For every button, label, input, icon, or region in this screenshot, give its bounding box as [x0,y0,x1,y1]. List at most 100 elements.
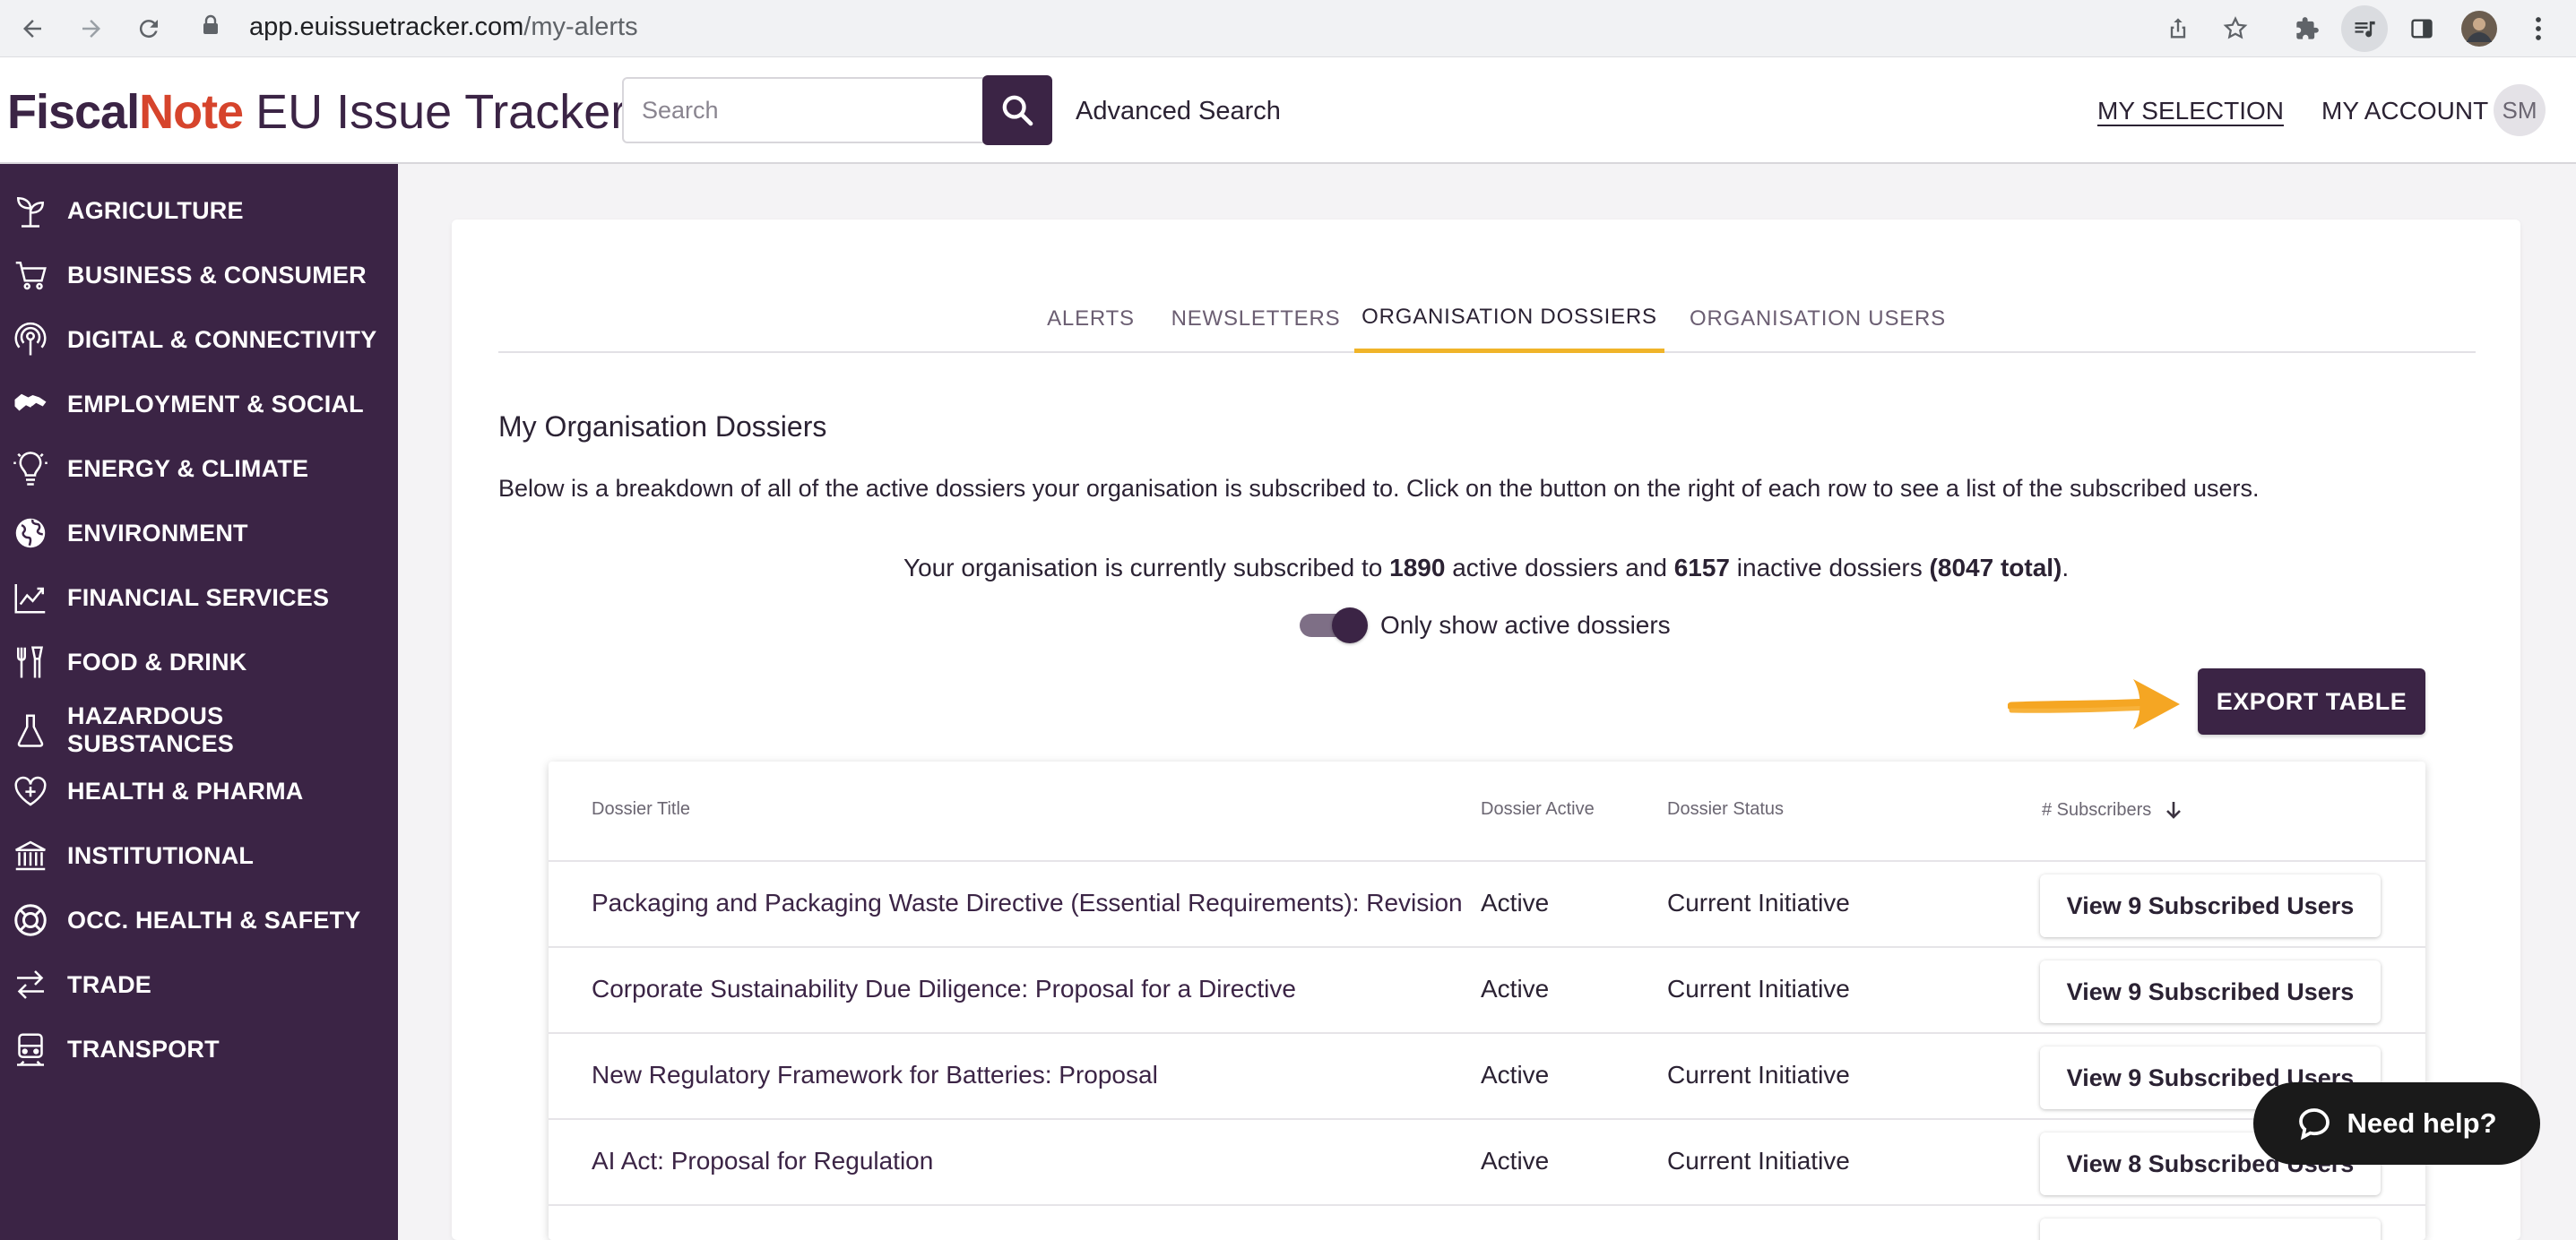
inactive-count: 6157 [1673,554,1730,581]
user-avatar[interactable]: SM [2494,84,2546,136]
summary-prefix: Your organisation is currently subscribe… [903,554,1390,581]
reload-icon[interactable] [125,5,172,52]
toggle-label: Only show active dossiers [1380,611,1671,639]
sidebar-item-trade[interactable]: TRADE [0,956,398,1013]
view-subscribed-users-button[interactable]: View 9 Subscribed Users [2040,960,2381,1023]
exchange-icon [9,963,52,1006]
col-subscribers[interactable]: # Subscribers [2042,799,2183,821]
chat-bubble-icon [2296,1106,2332,1141]
table-row: Corporate Sustainability Due Diligence: … [549,948,2425,1034]
bookmark-star-icon[interactable] [2212,5,2259,52]
table-row: Packaging and Packaging Waste Directive … [549,862,2425,948]
sidebar-item-label: FOOD & DRINK [67,648,247,676]
view-subscribed-users-button[interactable] [2040,1218,2381,1240]
forward-icon[interactable] [68,5,115,52]
logo-note: Note [139,85,244,139]
back-icon[interactable] [9,5,56,52]
dossiers-table: Dossier Title Dossier Active Dossier Sta… [549,762,2425,1240]
sidebar-item-transport[interactable]: TRANSPORT [0,1020,398,1078]
logo-product: EU Issue Tracker [255,85,627,139]
address-bar[interactable]: app.euissuetracker.com/my-alerts [183,4,2271,47]
dossier-title[interactable]: New Regulatory Framework for Batteries: … [592,1061,1158,1089]
fiscalnote-logo[interactable]: FiscalNote EU Issue Tracker [7,84,627,140]
dossier-status: Current Initiative [1667,889,1850,917]
sidebar-item-label: ENERGY & CLIMATE [67,454,309,482]
sidebar-item-occ-health-safety[interactable]: OCC. HEALTH & SAFETY [0,891,398,949]
sidebar-item-environment[interactable]: ENVIRONMENT [0,504,398,562]
cutlery-icon [9,641,52,684]
export-table-button[interactable]: EXPORT TABLE [2198,668,2425,735]
page-description: Below is a breakdown of all of the activ… [498,475,2260,502]
url-text: app.euissuetracker.com/my-alerts [249,13,638,42]
train-icon [9,1028,52,1071]
lock-icon [201,14,220,36]
sidebar-item-agriculture[interactable]: AGRICULTURE [0,182,398,239]
tab-newsletters[interactable]: NEWSLETTERS [1162,285,1350,353]
cart-icon [9,254,52,297]
sort-down-arrow-icon[interactable] [2164,799,2183,821]
sidebar-item-business-consumer[interactable]: BUSINESS & CONSUMER [0,246,398,304]
side-panel-icon[interactable] [2399,5,2445,52]
sidebar-item-label: HEALTH & PHARMA [67,777,304,805]
active-only-toggle[interactable] [1298,607,1368,643]
globe-icon [9,512,52,555]
col-subscribers-label: # Subscribers [2042,799,2152,820]
flask-icon [9,709,52,752]
dossier-status: Current Initiative [1667,975,1850,1003]
browser-toolbar: app.euissuetracker.com/my-alerts [0,0,2576,57]
active-count: 1890 [1389,554,1446,581]
col-dossier-status[interactable]: Dossier Status [1667,799,1784,820]
view-subscribed-users-button[interactable]: View 9 Subscribed Users [2040,874,2381,937]
url-host: app.euissuetracker.com [249,13,524,41]
sidebar-item-label: INSTITUTIONAL [67,841,255,869]
sidebar-item-label-line2: SUBSTANCES [67,730,235,757]
sidebar-item-hazardous-substances[interactable]: HAZARDOUS SUBSTANCES [0,694,398,766]
my-selection-link[interactable]: MY SELECTION [2097,97,2284,125]
sidebar-item-institutional[interactable]: INSTITUTIONAL [0,827,398,884]
sidebar-item-label-line1: HAZARDOUS [67,702,224,729]
sidebar-item-label: HAZARDOUS SUBSTANCES [67,702,234,758]
broadcast-icon [9,318,52,361]
sidebar-item-financial-services[interactable]: FINANCIAL SERVICES [0,569,398,626]
total-count: (8047 total) [1929,554,2062,581]
search-input[interactable] [622,77,984,143]
advanced-search-link[interactable]: Advanced Search [1076,97,1281,126]
dossier-active: Active [1481,1147,1550,1175]
tab-alerts[interactable]: ALERTS [1042,285,1140,353]
chart-icon [9,576,52,619]
dossier-title[interactable]: AI Act: Proposal for Regulation [592,1147,933,1175]
tab-organisation-users[interactable]: ORGANISATION USERS [1680,285,1956,353]
dossier-title[interactable]: Corporate Sustainability Due Diligence: … [592,975,1296,1003]
col-dossier-title[interactable]: Dossier Title [592,799,690,820]
browser-menu-icon[interactable] [2515,5,2562,52]
sidebar-item-label: TRADE [67,970,151,998]
need-help-button[interactable]: Need help? [2253,1082,2540,1165]
dossier-status: Current Initiative [1667,1061,1850,1089]
sidebar-item-label: DIGITAL & CONNECTIVITY [67,325,377,353]
table-header: Dossier Title Dossier Active Dossier Sta… [549,762,2425,862]
dossier-title[interactable]: Packaging and Packaging Waste Directive … [592,889,1463,917]
sidebar-item-label: EMPLOYMENT & SOCIAL [67,390,364,418]
sidebar-item-label: TRANSPORT [67,1035,220,1063]
extensions-icon[interactable] [2284,5,2330,52]
dossier-active: Active [1481,975,1550,1003]
logo-fiscal: Fiscal [7,85,140,139]
sidebar: AGRICULTURE BUSINESS & CONSUMER DIGITAL … [0,164,398,1240]
sidebar-item-employment-social[interactable]: EMPLOYMENT & SOCIAL [0,375,398,433]
toggle-knob [1332,607,1368,643]
sidebar-item-label: OCC. HEALTH & SAFETY [67,906,361,934]
sidebar-item-health-pharma[interactable]: HEALTH & PHARMA [0,762,398,820]
media-control-icon[interactable] [2341,5,2388,52]
dossier-status: Current Initiative [1667,1147,1850,1175]
dossier-active: Active [1481,889,1550,917]
search-button[interactable] [982,75,1052,145]
table-row: New Regulatory Framework for Batteries: … [549,1034,2425,1120]
share-icon[interactable] [2155,5,2201,52]
my-account-link[interactable]: MY ACCOUNT [2321,97,2488,125]
sidebar-item-digital-connectivity[interactable]: DIGITAL & CONNECTIVITY [0,311,398,368]
profile-avatar-icon[interactable] [2456,5,2503,52]
col-dossier-active[interactable]: Dossier Active [1481,799,1595,820]
sidebar-item-food-drink[interactable]: FOOD & DRINK [0,633,398,691]
tab-organisation-dossiers[interactable]: ORGANISATION DOSSIERS [1354,285,1664,353]
sidebar-item-energy-climate[interactable]: ENERGY & CLIMATE [0,440,398,497]
